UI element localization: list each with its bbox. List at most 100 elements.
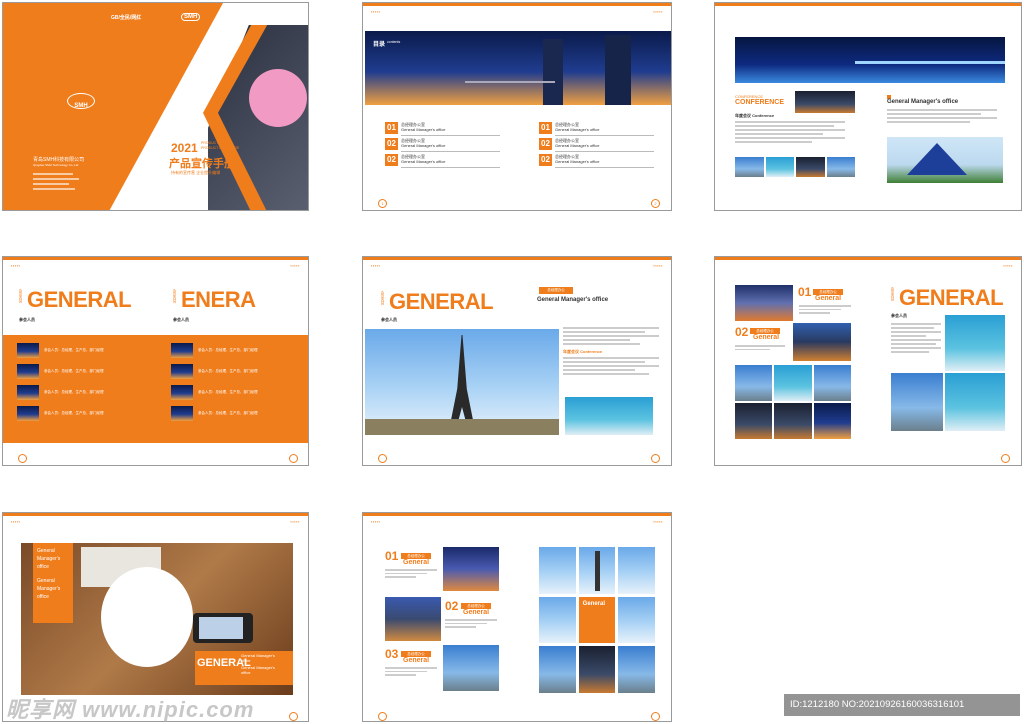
toc-item-4[interactable]: 01 总经理办公室 General Manager's office <box>539 121 654 136</box>
mosaic-tile <box>539 547 576 594</box>
conference-header-bar <box>715 3 1021 6</box>
general-strip-attendees-left: 参会人员 <box>19 317 35 322</box>
toc-item-underline <box>555 135 654 136</box>
toc-item-underline <box>555 167 654 168</box>
grid-photo-mosaic <box>735 365 851 439</box>
row-text: 参会人员：总经理、生产总、部门经理 <box>44 348 104 352</box>
mosaic-tile <box>774 365 812 401</box>
general-strip-rows-right: 参会人员：总经理、生产总、部门经理 参会人员：总经理、生产总、部门经理 参会人员… <box>171 343 291 421</box>
desk-page-right <box>289 712 298 721</box>
toc-item-3[interactable]: 02 总经理办公室 General Manager's office <box>385 153 500 168</box>
toc-item-num-box: 01 <box>385 122 398 134</box>
conference-gm-title: General Manager's office <box>887 99 959 105</box>
mosaic-tile <box>813 365 851 401</box>
eiffel-gm-title: General Manager's office <box>537 297 609 303</box>
desk-header-right: ▪▪▪▪▪ <box>290 519 300 524</box>
num-block-1-general: General <box>403 559 430 566</box>
numbered-header-left: ▪▪▪▪▪ <box>371 519 381 524</box>
grid-general-2: General <box>753 334 780 341</box>
general-strip-label-left: 会议内容 <box>19 289 23 303</box>
num-block-1-text <box>385 569 437 578</box>
row-thumb <box>17 343 39 358</box>
general-strip-attendees-right: 参会人员 <box>173 317 189 322</box>
cover-title: 产品宣传手册 <box>169 158 235 170</box>
grid-right-text <box>891 323 941 353</box>
cover-logo-text: SMH <box>74 103 88 109</box>
toc-item-underline <box>401 151 500 152</box>
watermark-id-bar: ID:1212180 NO:20210926160036316101 <box>784 694 1020 716</box>
watermark-site: 昵享网 www.nipic.com <box>6 697 255 722</box>
toc-page[interactable]: ▪▪▪▪▪ ▪▪▪▪▪ 目录 contents 01 总经理办公室 Genera… <box>362 2 672 211</box>
toc-item-1[interactable]: 01 总经理办公室 General Manager's office <box>385 121 500 136</box>
mosaic-tile <box>735 403 773 439</box>
photo-grid-page[interactable]: ▪▪▪▪▪ 01 总经理办公 General 02 总经理办公 General … <box>714 256 1022 466</box>
desk-page[interactable]: ▪▪▪▪▪ ▪▪▪▪▪ General Manager's office Gen… <box>2 512 309 722</box>
num-right-mosaic: General <box>539 547 655 693</box>
eiffel-header-bar <box>363 257 671 260</box>
cover-product-en-2: PRODUCT BROCHURE <box>201 146 240 150</box>
grid-photo-1 <box>735 285 793 321</box>
conference-label-big: CONFERENCE <box>735 99 785 106</box>
mosaic-tile <box>735 365 773 401</box>
eiffel-body-2 <box>563 357 659 375</box>
mosaic-tile-orange: General <box>578 596 616 644</box>
toc-item-en: General Manager's office <box>401 159 446 164</box>
conference-photo-small <box>795 91 855 113</box>
desk-box-line: General <box>37 578 55 584</box>
num-block-2-text <box>445 619 497 628</box>
row-text: 参会人员：总经理、生产总、部门经理 <box>198 390 258 394</box>
eiffel-annual-cn: 年度会议 <box>563 349 579 354</box>
toc-item-en: General Manager's office <box>401 143 446 148</box>
toc-header-label-right: ▪▪▪▪▪ <box>653 9 663 14</box>
toc-hero-photo <box>365 31 671 105</box>
strip-photo <box>826 157 855 177</box>
toc-item-num: 02 <box>387 139 396 148</box>
general-strip-page[interactable]: ▪▪▪▪▪ ▪▪▪▪▪ 会议内容 GENERAL 参会人员 会议内容 ENERA… <box>2 256 309 466</box>
eiffel-city-ground <box>365 419 559 435</box>
eiffel-coast-photo <box>565 397 653 435</box>
eiffel-page-left <box>378 454 387 463</box>
conference-body-text <box>735 121 845 143</box>
desk-header-left: ▪▪▪▪▪ <box>11 519 21 524</box>
cover-page[interactable]: GB/全民/网红 SMH SMH 青岛SMH科技有限公司 Qingdao SMH… <box>2 2 309 211</box>
conference-photo-strip <box>735 157 855 177</box>
toc-item-num-box: 01 <box>539 122 552 134</box>
row-text: 参会人员：总经理、生产总、部门经理 <box>198 348 258 352</box>
toc-item-2[interactable]: 02 总经理办公室 General Manager's office <box>385 137 500 152</box>
grid-general-1: General <box>815 295 842 302</box>
conference-hero-photo <box>735 37 1005 83</box>
toc-item-6[interactable]: 02 总经理办公室 General Manager's office <box>539 153 654 168</box>
mosaic-tile <box>774 403 812 439</box>
numbered-page[interactable]: ▪▪▪▪▪ ▪▪▪▪▪ 01 总经理办公 General 02 总经理办公 Ge… <box>362 512 672 722</box>
grid-text-1 <box>799 305 851 314</box>
toc-item-5[interactable]: 02 总经理办公室 General Manager's office <box>539 137 654 152</box>
row-text: 参会人员：总经理、生产总、部门经理 <box>44 411 104 415</box>
desk-box-line: office <box>37 564 49 570</box>
mosaic-tile <box>618 547 655 594</box>
toc-label-en: contents <box>387 40 401 44</box>
mosaic-tile <box>813 403 851 439</box>
grid-photo-2 <box>793 323 851 361</box>
general-strip-header-left: ▪▪▪▪▪ <box>11 263 21 268</box>
photo-grid-header-bar <box>715 257 1021 260</box>
toc-label: 目录 <box>373 42 386 48</box>
desk-box-line: General <box>37 548 55 554</box>
toc-item-num-box: 02 <box>385 138 398 150</box>
cover-top-badge: GB/全民/网红 <box>111 15 142 21</box>
strip-photo <box>735 157 764 177</box>
cover-top-logo: SMH <box>181 13 201 21</box>
eiffel-big: GENERAL <box>389 289 494 314</box>
general-strip-page-left <box>18 454 27 463</box>
toc-item-underline <box>555 151 654 152</box>
eiffel-tag: 总经理办公 <box>539 287 573 294</box>
numbered-page-left <box>378 712 387 721</box>
conference-bridge-lights <box>855 61 1005 64</box>
desk-gm-4: office <box>241 670 251 675</box>
row-thumb <box>171 364 193 379</box>
eiffel-annual: 年度会议 Conference <box>563 349 602 355</box>
conference-page[interactable]: CONFERENCE CONFERENCE 年度会议 Conference Ge… <box>714 2 1022 211</box>
cover-product-en-1: PRODUCT <box>201 141 219 145</box>
toc-hero-bridge <box>465 81 555 83</box>
numbered-page-right <box>651 712 660 721</box>
eiffel-page[interactable]: ▪▪▪▪▪ ▪▪▪▪▪ 会议内容 GENERAL 参会人员 总经理办公 Gene… <box>362 256 672 466</box>
